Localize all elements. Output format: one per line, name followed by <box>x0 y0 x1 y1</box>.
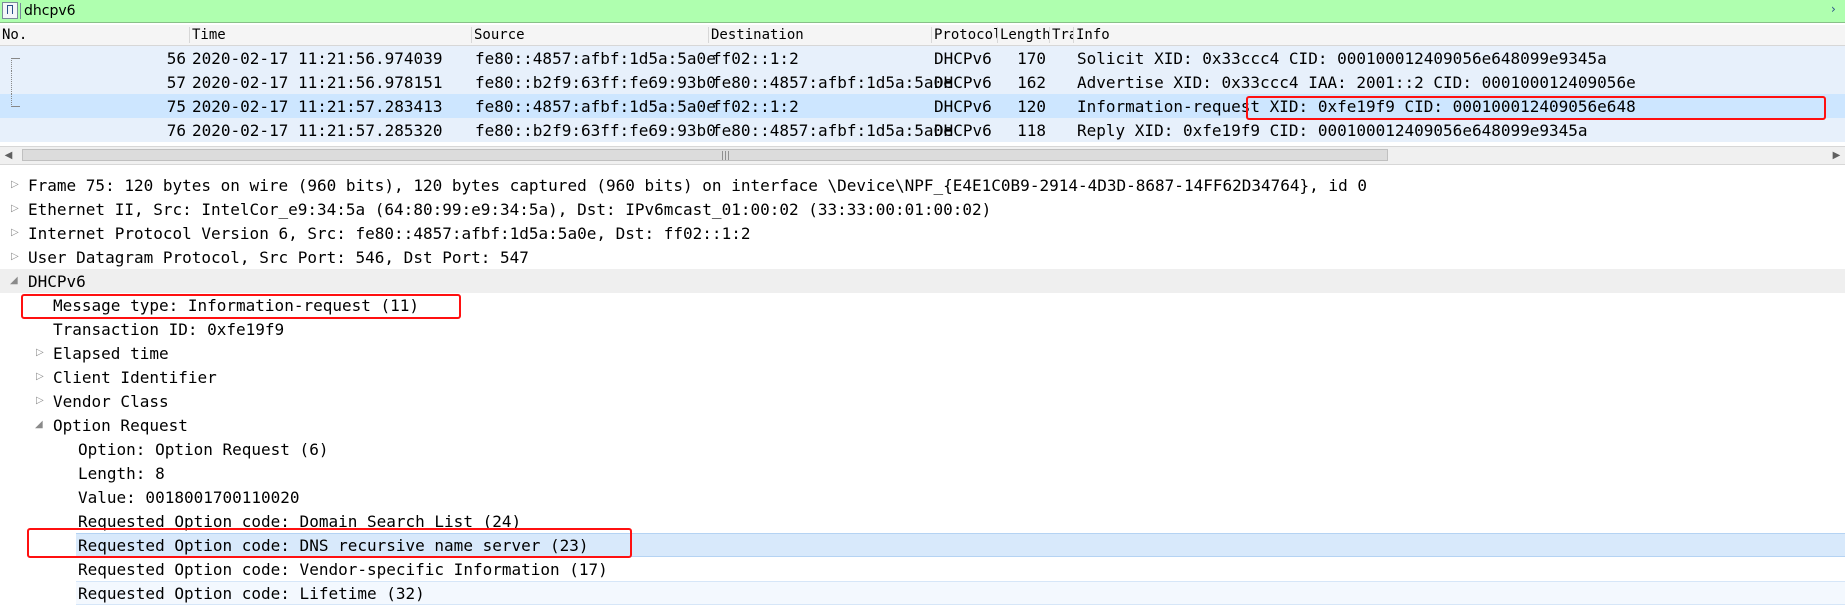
column-header-time[interactable]: Time <box>190 27 472 43</box>
expand-icon[interactable]: ▷ <box>36 371 44 383</box>
packet-time: 2020-02-17 11:21:56.974039 <box>192 49 443 68</box>
packet-row[interactable]: 57 2020-02-17 11:21:56.978151 fe80::b2f9… <box>0 70 1845 94</box>
packet-no: 75 <box>166 97 186 116</box>
tree-node-requested-option[interactable]: Requested Option code: Domain Search Lis… <box>0 509 1845 533</box>
tree-node-elapsed-time[interactable]: ▷ Elapsed time <box>0 341 1845 365</box>
tree-label: Client Identifier <box>53 368 217 387</box>
tree-node-requested-option[interactable]: Requested Option code: Vendor-specific I… <box>0 557 1845 581</box>
tree-label: Vendor Class <box>53 392 169 411</box>
packet-source: fe80::b2f9:63ff:fe69:93b0 <box>475 121 716 140</box>
packet-info: Solicit XID: 0x33ccc4 CID: 0001000124090… <box>1077 49 1607 68</box>
scroll-thumb[interactable]: ||| <box>22 149 1388 161</box>
expand-icon[interactable]: ▷ <box>11 203 19 215</box>
packet-length: 162 <box>1017 73 1046 92</box>
tree-label: User Datagram Protocol, Src Port: 546, D… <box>28 248 529 267</box>
packet-list-hscrollbar[interactable]: ◀ ||| ▶ <box>0 146 1845 165</box>
expand-icon[interactable]: ▷ <box>36 395 44 407</box>
chevron-right-icon[interactable]: › <box>1831 2 1843 19</box>
tree-node-vendor-class[interactable]: ▷ Vendor Class <box>0 389 1845 413</box>
tree-node-option[interactable]: Option: Option Request (6) <box>0 437 1845 461</box>
tree-node-udp[interactable]: ▷ User Datagram Protocol, Src Port: 546,… <box>0 245 1845 269</box>
collapse-icon[interactable]: ◢ <box>35 419 43 431</box>
packet-protocol: DHCPv6 <box>934 97 992 116</box>
tree-node-requested-option[interactable]: Requested Option code: Lifetime (32) <box>76 581 1845 605</box>
column-header-source[interactable]: Source <box>472 27 709 43</box>
scroll-right-icon[interactable]: ▶ <box>1828 147 1845 164</box>
expand-icon[interactable]: ▷ <box>36 347 44 359</box>
tree-node-message-type[interactable]: Message type: Information-request (11) <box>0 293 1845 317</box>
packet-protocol: DHCPv6 <box>934 73 992 92</box>
expand-icon[interactable]: ▷ <box>11 251 19 263</box>
column-header-length[interactable]: Length <box>998 27 1050 43</box>
tree-node-client-identifier[interactable]: ▷ Client Identifier <box>0 365 1845 389</box>
tree-label: Ethernet II, Src: IntelCor_e9:34:5a (64:… <box>28 200 992 219</box>
tree-label: Transaction ID: 0xfe19f9 <box>53 320 285 339</box>
tree-label: Elapsed time <box>53 344 169 363</box>
scroll-grip: ||| <box>721 151 731 161</box>
packet-destination: ff02::1:2 <box>712 97 799 116</box>
tree-node-length[interactable]: Length: 8 <box>0 461 1845 485</box>
packet-time: 2020-02-17 11:21:57.283413 <box>192 97 443 116</box>
packet-protocol: DHCPv6 <box>934 121 992 140</box>
tree-label: Value: 0018001700110020 <box>78 488 300 507</box>
tree-node-value[interactable]: Value: 0018001700110020 <box>0 485 1845 509</box>
display-filter-input[interactable] <box>24 1 1824 20</box>
display-filter-bar: › <box>0 0 1845 23</box>
packet-source: fe80::4857:afbf:1d5a:5a0e <box>475 49 716 68</box>
tree-node-transaction-id[interactable]: Transaction ID: 0xfe19f9 <box>0 317 1845 341</box>
conversation-line <box>11 70 12 94</box>
packet-no: 57 <box>166 73 186 92</box>
tree-label: Requested Option code: Domain Search Lis… <box>78 512 522 531</box>
tree-label: Length: 8 <box>78 464 165 483</box>
packet-destination: ff02::1:2 <box>712 49 799 68</box>
packet-row-selected[interactable]: 75 2020-02-17 11:21:57.283413 fe80::4857… <box>0 94 1845 118</box>
packet-length: 120 <box>1017 97 1046 116</box>
packet-info: Information-request XID: 0xfe19f9 CID: 0… <box>1077 97 1636 116</box>
filter-separator <box>20 3 21 19</box>
packet-length: 118 <box>1017 121 1046 140</box>
packet-row[interactable]: 76 2020-02-17 11:21:57.285320 fe80::b2f9… <box>0 118 1845 142</box>
packet-time: 2020-02-17 11:21:57.285320 <box>192 121 443 140</box>
packet-length: 170 <box>1017 49 1046 68</box>
scroll-left-icon[interactable]: ◀ <box>0 147 17 164</box>
column-header-info[interactable]: Info <box>1074 27 1845 43</box>
packet-list-header: No. Time Source Destination Protocol Len… <box>0 25 1845 46</box>
tree-label: Requested Option code: Lifetime (32) <box>78 584 425 603</box>
conversation-line <box>11 94 20 107</box>
expand-icon[interactable]: ▷ <box>11 179 19 191</box>
tree-node-dhcpv6[interactable]: ◢ DHCPv6 <box>0 269 1845 293</box>
tree-label: Option Request <box>53 416 188 435</box>
tree-node-requested-option-selected[interactable]: Requested Option code: DNS recursive nam… <box>76 533 1845 557</box>
packet-details-tree: ▷ Frame 75: 120 bytes on wire (960 bits)… <box>0 173 1845 611</box>
packet-time: 2020-02-17 11:21:56.978151 <box>192 73 443 92</box>
packet-destination: fe80::4857:afbf:1d5a:5a0e <box>712 73 953 92</box>
column-header-destination[interactable]: Destination <box>709 27 932 43</box>
column-header-no[interactable]: No. <box>0 27 190 43</box>
expand-icon[interactable]: ▷ <box>11 227 19 239</box>
packet-info: Advertise XID: 0x33ccc4 IAA: 2001::2 CID… <box>1077 73 1636 92</box>
packet-no: 56 <box>166 49 186 68</box>
tree-label: Requested Option code: Vendor-specific I… <box>78 560 608 579</box>
packet-info: Reply XID: 0xfe19f9 CID: 000100012409056… <box>1077 121 1588 140</box>
tree-node-option-request[interactable]: ◢ Option Request <box>0 413 1845 437</box>
column-header-protocol[interactable]: Protocol <box>932 27 998 43</box>
tree-label: Internet Protocol Version 6, Src: fe80::… <box>28 224 751 243</box>
packet-destination: fe80::4857:afbf:1d5a:5a0e <box>712 121 953 140</box>
tree-node-frame[interactable]: ▷ Frame 75: 120 bytes on wire (960 bits)… <box>0 173 1845 197</box>
tree-label: DHCPv6 <box>28 272 86 291</box>
tree-node-ethernet[interactable]: ▷ Ethernet II, Src: IntelCor_e9:34:5a (6… <box>0 197 1845 221</box>
tree-label: Option: Option Request (6) <box>78 440 329 459</box>
tree-label: Requested Option code: DNS recursive nam… <box>78 536 589 555</box>
tree-node-ipv6[interactable]: ▷ Internet Protocol Version 6, Src: fe80… <box>0 221 1845 245</box>
bookmark-icon[interactable] <box>2 2 18 19</box>
packet-row[interactable]: 56 2020-02-17 11:21:56.974039 fe80::4857… <box>0 46 1845 71</box>
column-header-transport[interactable]: Tra <box>1050 27 1074 43</box>
packet-source: fe80::4857:afbf:1d5a:5a0e <box>475 97 716 116</box>
packet-no: 76 <box>166 121 186 140</box>
tree-label: Message type: Information-request (11) <box>53 296 420 315</box>
tree-label: Frame 75: 120 bytes on wire (960 bits), … <box>28 176 1367 195</box>
packet-protocol: DHCPv6 <box>934 49 992 68</box>
packet-source: fe80::b2f9:63ff:fe69:93b0 <box>475 73 716 92</box>
collapse-icon[interactable]: ◢ <box>10 275 18 287</box>
